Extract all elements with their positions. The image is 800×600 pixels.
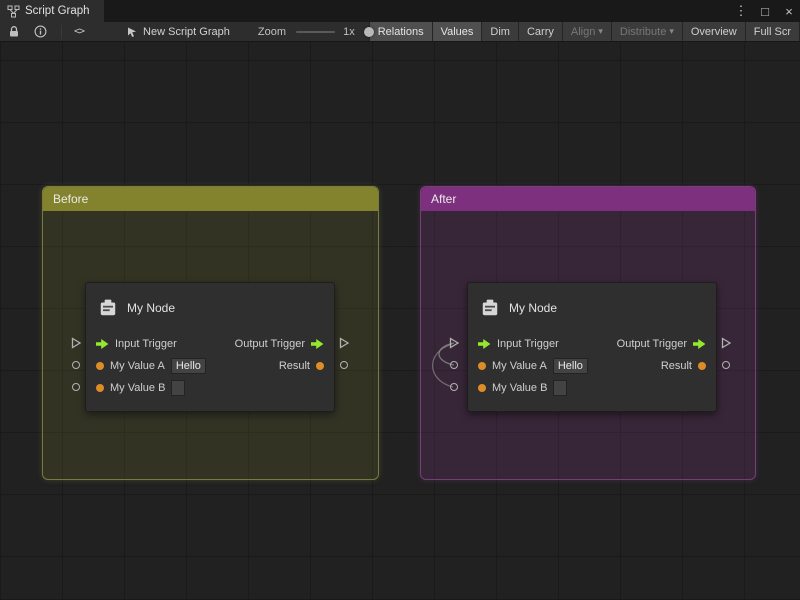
external-input-trigger-port[interactable] xyxy=(448,337,460,349)
toolbar-button-group: Relations Values Dim Carry Align ▾ Distr… xyxy=(369,22,800,42)
values-button[interactable]: Values xyxy=(433,22,483,42)
value-port-icon xyxy=(698,362,706,370)
distribute-button-label: Distribute xyxy=(620,26,666,38)
overview-button[interactable]: Overview xyxy=(683,22,746,42)
node-title: My Node xyxy=(127,301,175,315)
unit-icon xyxy=(98,298,118,318)
overview-button-label: Overview xyxy=(691,26,737,38)
info-icon[interactable] xyxy=(34,22,47,42)
group-after-header[interactable]: After xyxy=(421,187,755,211)
value-b-label: My Value B xyxy=(110,382,165,394)
trigger-arrow-icon xyxy=(311,339,324,349)
external-value-a-port[interactable] xyxy=(72,361,80,369)
value-port-icon xyxy=(96,384,104,392)
value-b-port[interactable]: My Value B xyxy=(96,380,185,396)
lock-icon[interactable] xyxy=(8,22,20,42)
value-port-icon xyxy=(478,384,486,392)
dim-button[interactable]: Dim xyxy=(482,22,519,42)
zoom-slider[interactable] xyxy=(296,22,335,42)
unit-icon xyxy=(480,298,500,318)
value-port-icon xyxy=(316,362,324,370)
external-value-a-port[interactable] xyxy=(450,361,458,369)
value-port-icon xyxy=(96,362,104,370)
external-input-trigger-port[interactable] xyxy=(70,337,82,349)
align-button[interactable]: Align ▾ xyxy=(563,22,612,42)
external-result-port[interactable] xyxy=(722,361,730,369)
window-menu-button[interactable]: ⋮ xyxy=(734,3,748,19)
output-trigger-port[interactable]: Output Trigger xyxy=(235,338,324,350)
graph-pointer-icon xyxy=(126,22,138,42)
output-trigger-port[interactable]: Output Trigger xyxy=(617,338,706,350)
fullscreen-button[interactable]: Full Scr xyxy=(746,22,800,42)
external-value-b-port[interactable] xyxy=(450,383,458,391)
node-my-node-after[interactable]: My Node Input Trigger Output Trigger My … xyxy=(467,282,717,412)
external-output-trigger-port[interactable] xyxy=(720,337,732,349)
values-button-label: Values xyxy=(441,26,474,38)
trigger-arrow-icon xyxy=(693,339,706,349)
tab-bar: Script Graph ⋮ □ × xyxy=(0,0,800,22)
node-header[interactable]: My Node xyxy=(86,283,334,333)
input-trigger-port[interactable]: Input Trigger xyxy=(478,338,559,350)
carry-button-label: Carry xyxy=(527,26,554,38)
toolbar-divider xyxy=(61,25,62,39)
value-b-input[interactable] xyxy=(553,380,567,396)
window-close-button[interactable]: × xyxy=(782,4,796,19)
result-port[interactable]: Result xyxy=(279,360,324,372)
dim-button-label: Dim xyxy=(490,26,510,38)
relations-button[interactable]: Relations xyxy=(369,22,433,42)
external-output-trigger-port[interactable] xyxy=(338,337,350,349)
relations-button-label: Relations xyxy=(378,26,424,38)
zoom-slider-knob[interactable] xyxy=(364,27,374,37)
script-graph-icon xyxy=(7,1,20,21)
node-title: My Node xyxy=(509,301,557,315)
group-before-title: Before xyxy=(53,192,88,206)
value-b-port[interactable]: My Value B xyxy=(478,380,567,396)
node-header[interactable]: My Node xyxy=(468,283,716,333)
zoom-value: 1x xyxy=(343,26,355,38)
value-b-input[interactable] xyxy=(171,380,185,396)
node-my-node-before[interactable]: My Node Input Trigger Output Trigger My … xyxy=(85,282,335,412)
trigger-arrow-icon xyxy=(478,339,491,349)
carry-button[interactable]: Carry xyxy=(519,22,563,42)
value-b-label: My Value B xyxy=(492,382,547,394)
output-trigger-label: Output Trigger xyxy=(617,338,687,350)
value-a-port[interactable]: My Value A Hello xyxy=(96,358,206,374)
value-a-input[interactable]: Hello xyxy=(171,358,206,374)
value-port-icon xyxy=(478,362,486,370)
external-value-b-port[interactable] xyxy=(72,383,80,391)
graph-canvas[interactable]: Before After My Node xyxy=(0,42,800,599)
value-a-label: My Value A xyxy=(110,360,165,372)
distribute-button[interactable]: Distribute ▾ xyxy=(612,22,683,42)
chevron-down-icon: ▾ xyxy=(669,26,674,37)
graph-toolbar: <> New Script Graph Zoom 1x Relations Va… xyxy=(0,22,800,42)
tab-title: Script Graph xyxy=(25,5,90,17)
window-maximize-button[interactable]: □ xyxy=(758,4,772,19)
group-before-header[interactable]: Before xyxy=(43,187,378,211)
value-a-port[interactable]: My Value A Hello xyxy=(478,358,588,374)
value-a-label: My Value A xyxy=(492,360,547,372)
input-trigger-label: Input Trigger xyxy=(115,338,177,350)
trigger-arrow-icon xyxy=(96,339,109,349)
align-button-label: Align xyxy=(571,26,595,38)
tab-script-graph[interactable]: Script Graph xyxy=(0,0,104,22)
value-a-input[interactable]: Hello xyxy=(553,358,588,374)
input-trigger-label: Input Trigger xyxy=(497,338,559,350)
input-trigger-port[interactable]: Input Trigger xyxy=(96,338,177,350)
fullscreen-button-label: Full Scr xyxy=(754,26,791,38)
result-port[interactable]: Result xyxy=(661,360,706,372)
external-result-port[interactable] xyxy=(340,361,348,369)
zoom-slider-track[interactable] xyxy=(296,31,335,33)
zoom-label: Zoom xyxy=(258,26,286,38)
output-trigger-label: Output Trigger xyxy=(235,338,305,350)
result-label: Result xyxy=(279,360,310,372)
group-after-title: After xyxy=(431,192,456,206)
chevron-down-icon: ▾ xyxy=(598,26,603,37)
result-label: Result xyxy=(661,360,692,372)
graph-name-label[interactable]: New Script Graph xyxy=(143,26,230,38)
code-icon[interactable]: <> xyxy=(74,22,84,42)
